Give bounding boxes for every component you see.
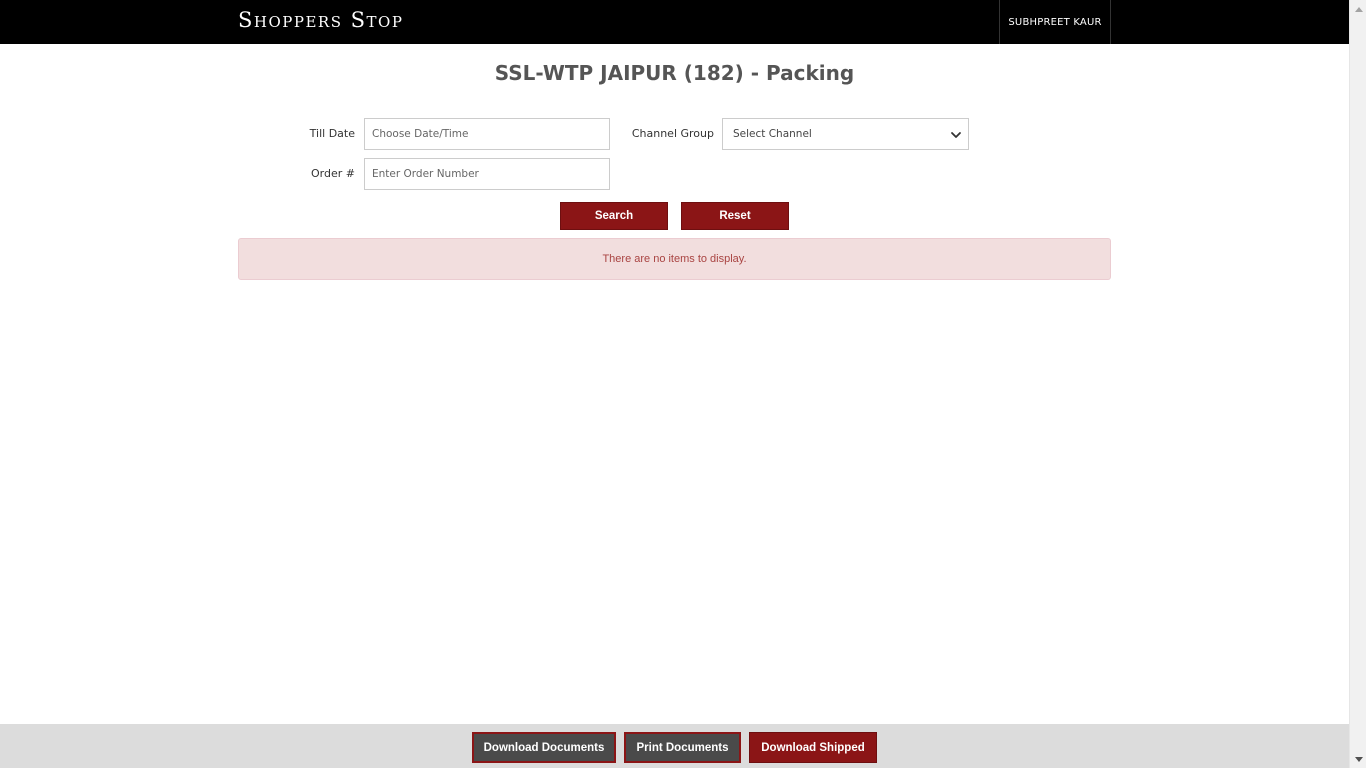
reset-button[interactable]: Reset: [681, 202, 789, 230]
channel-group-select[interactable]: Select Channel: [722, 118, 969, 150]
scroll-down-button[interactable]: [1350, 751, 1366, 768]
top-navbar: Shoppers Stop SUBHPREET KAUR: [0, 0, 1349, 44]
channel-group-selected-value: Select Channel: [733, 128, 812, 140]
vertical-scrollbar[interactable]: [1349, 0, 1366, 768]
empty-state-message: There are no items to display.: [602, 253, 747, 265]
till-date-label: Till Date: [309, 127, 355, 140]
order-number-label: Order #: [311, 167, 355, 180]
chevron-down-icon: [951, 132, 961, 138]
brand-logo[interactable]: Shoppers Stop: [238, 6, 403, 34]
caret-up-icon: [1354, 6, 1363, 12]
user-menu[interactable]: SUBHPREET KAUR: [999, 0, 1111, 44]
download-shipped-button[interactable]: Download Shipped: [749, 732, 877, 763]
download-documents-button[interactable]: Download Documents: [472, 732, 616, 763]
app-viewport: Shoppers Stop SUBHPREET KAUR SSL-WTP JAI…: [0, 0, 1366, 768]
print-documents-button[interactable]: Print Documents: [624, 732, 741, 763]
page-title: SSL-WTP JAIPUR (182) - Packing: [494, 61, 855, 85]
till-date-input[interactable]: [364, 118, 610, 150]
channel-group-label: Channel Group: [631, 127, 714, 140]
caret-down-icon: [1354, 756, 1363, 762]
scroll-up-button[interactable]: [1350, 0, 1366, 17]
search-button[interactable]: Search: [560, 202, 668, 230]
footer-action-bar: Download Documents Print Documents Downl…: [0, 724, 1349, 768]
empty-state-alert: There are no items to display.: [238, 238, 1111, 280]
order-number-input[interactable]: [364, 158, 610, 190]
page-content: Shoppers Stop SUBHPREET KAUR SSL-WTP JAI…: [0, 0, 1349, 768]
